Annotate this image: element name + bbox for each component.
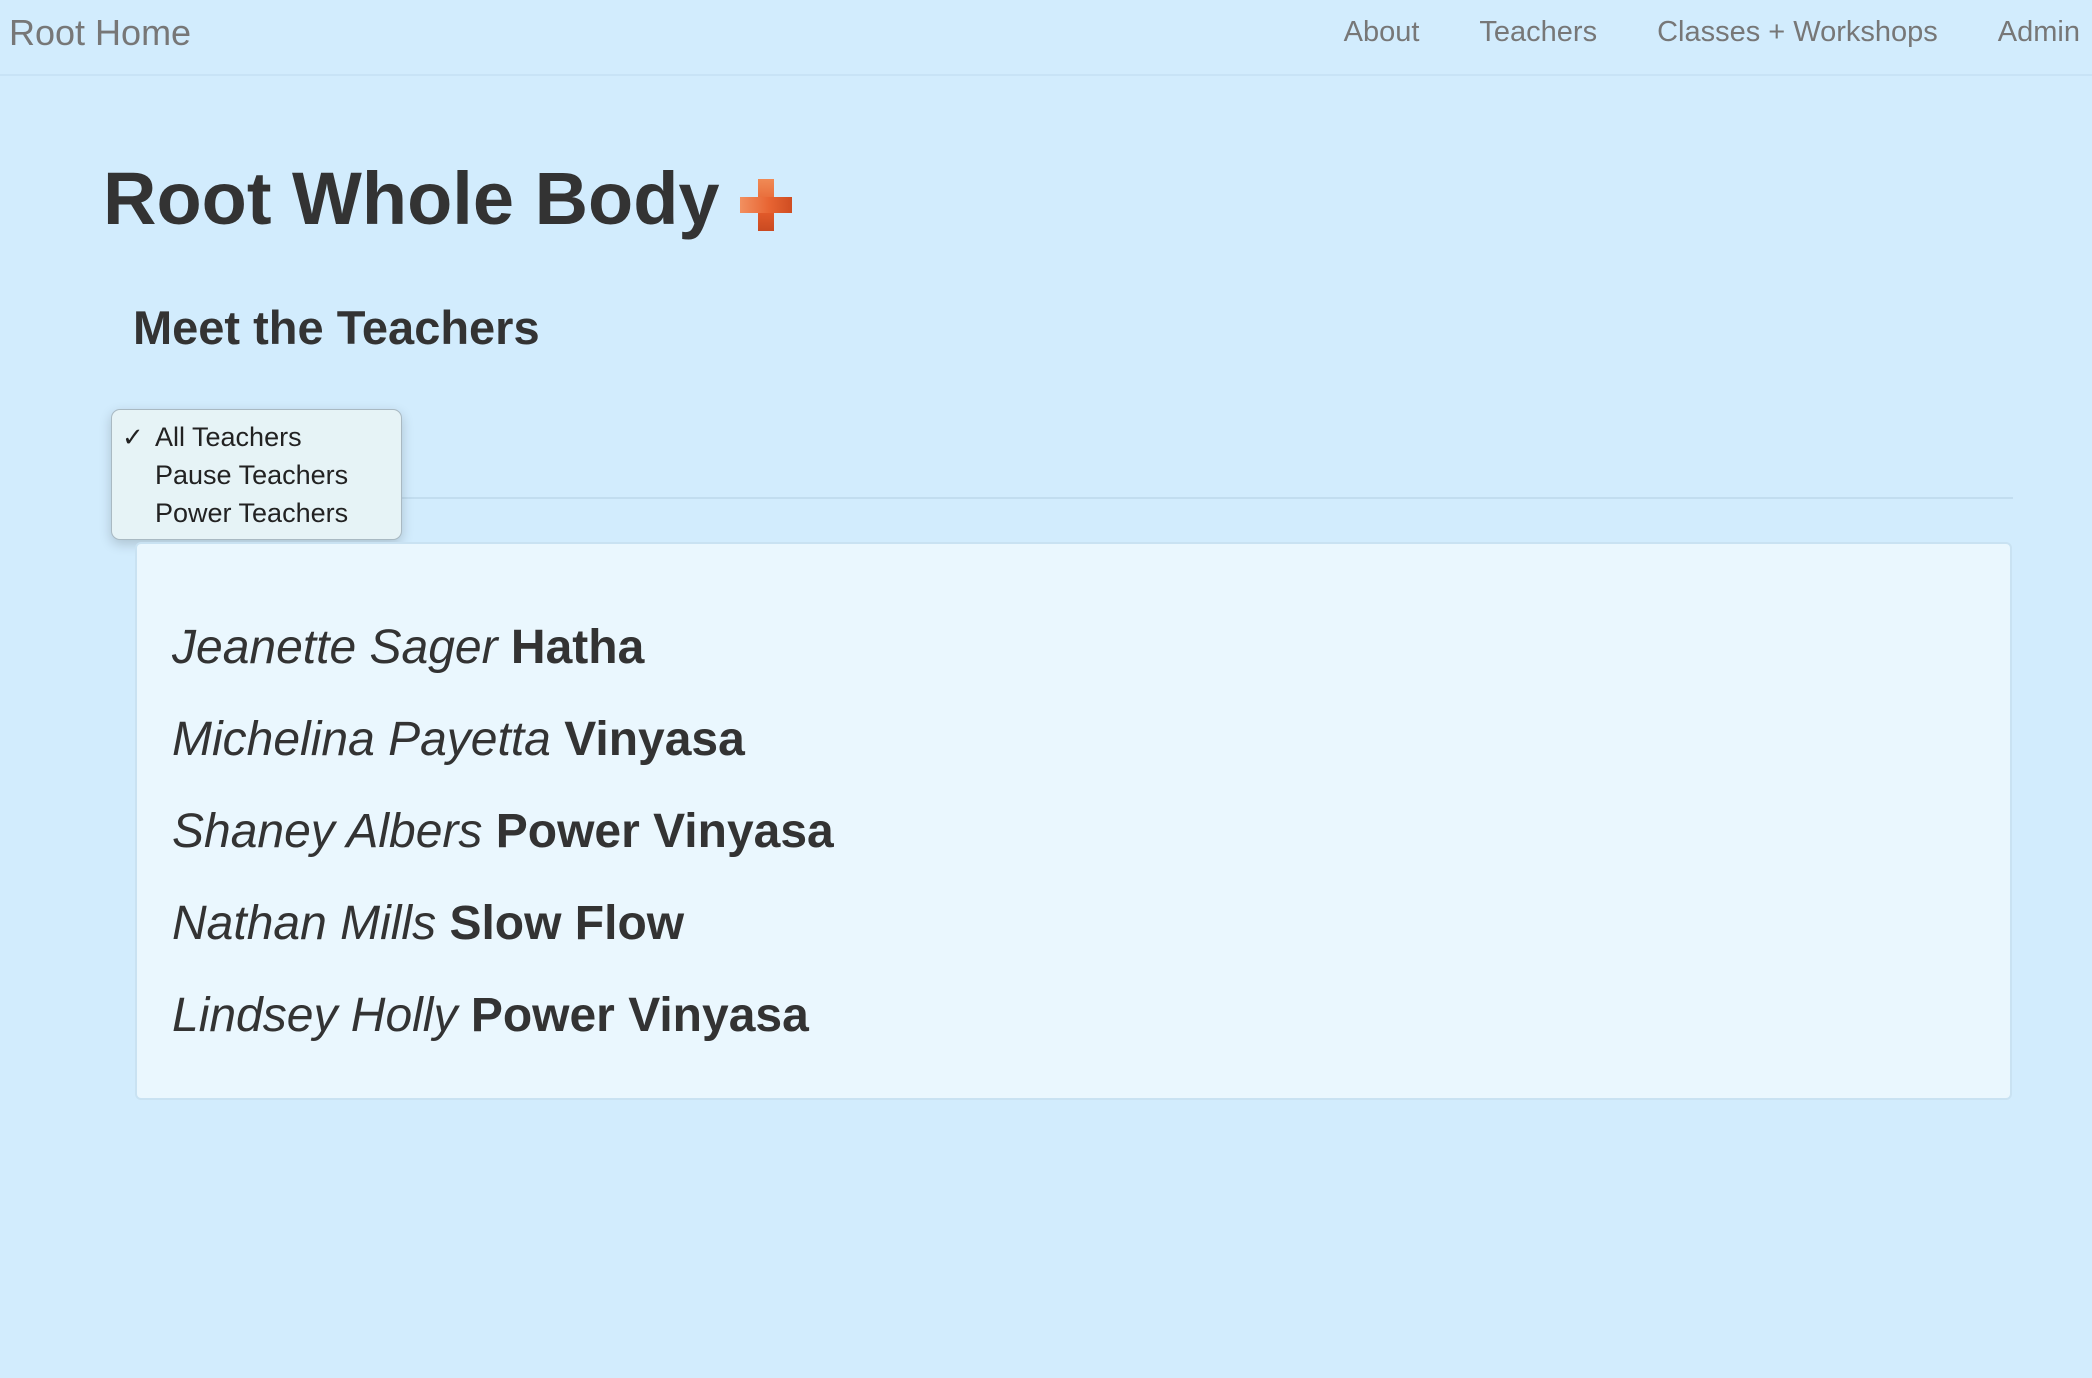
teacher-name: Michelina Payetta bbox=[172, 713, 551, 766]
teacher-list-item: Nathan Mills Slow Flow bbox=[172, 900, 684, 948]
teacher-name: Jeanette Sager bbox=[172, 621, 498, 674]
teacher-name: Shaney Albers bbox=[172, 805, 483, 858]
teacher-style: Vinyasa bbox=[564, 713, 745, 766]
page-title-text: Root Whole Body bbox=[103, 157, 720, 240]
nav-link-classes-workshops[interactable]: Classes + Workshops bbox=[1657, 16, 1938, 49]
teacher-style: Hatha bbox=[510, 621, 645, 674]
nav-link-teachers[interactable]: Teachers bbox=[1479, 16, 1597, 49]
teacher-style: Slow Flow bbox=[449, 897, 685, 950]
brand-link[interactable]: Root Home bbox=[9, 12, 191, 54]
teacher-list-item: Lindsey Holly Power Vinyasa bbox=[172, 992, 809, 1040]
teacher-name: Lindsey Holly bbox=[172, 989, 458, 1042]
filter-option-power-teachers[interactable]: Power Teachers bbox=[112, 494, 401, 532]
checkmark-icon: ✓ bbox=[122, 422, 144, 452]
teacher-list-item: Michelina Payetta Vinyasa bbox=[172, 716, 745, 764]
section-title: Meet the Teachers bbox=[133, 301, 540, 354]
orange-plus-icon bbox=[739, 179, 792, 231]
filter-option-pause-teachers[interactable]: Pause Teachers bbox=[112, 456, 401, 494]
teacher-style: Power Vinyasa bbox=[495, 805, 834, 858]
teacher-name: Nathan Mills bbox=[172, 897, 437, 950]
filter-option-label: Power Teachers bbox=[155, 498, 349, 528]
divider bbox=[133, 497, 2013, 499]
teacher-filter-dropdown[interactable]: ✓ All Teachers Pause Teachers Power Teac… bbox=[111, 409, 402, 540]
page-title: Root Whole Body bbox=[103, 162, 792, 236]
nav-links: About Teachers Classes + Workshops Admin bbox=[1344, 16, 2080, 49]
filter-option-label: Pause Teachers bbox=[155, 460, 349, 490]
nav-link-admin[interactable]: Admin bbox=[1998, 16, 2080, 49]
filter-option-label: All Teachers bbox=[155, 422, 302, 452]
nav-link-about[interactable]: About bbox=[1344, 16, 1420, 49]
teacher-list-item: Shaney Albers Power Vinyasa bbox=[172, 808, 834, 856]
teachers-list-panel: Jeanette Sager Hatha Michelina Payetta V… bbox=[135, 542, 2012, 1100]
filter-option-all-teachers[interactable]: ✓ All Teachers bbox=[112, 418, 401, 456]
top-navbar: Root Home About Teachers Classes + Works… bbox=[0, 0, 2092, 76]
teacher-list-item: Jeanette Sager Hatha bbox=[172, 624, 644, 672]
teacher-style: Power Vinyasa bbox=[470, 989, 809, 1042]
